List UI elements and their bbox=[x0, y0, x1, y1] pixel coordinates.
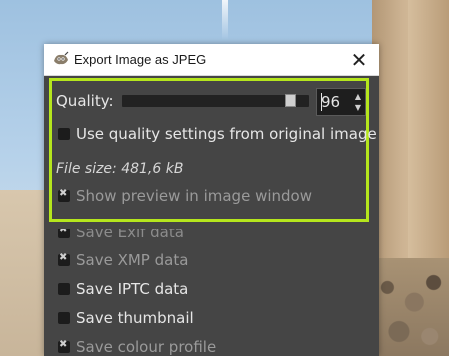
save-xmp-option[interactable]: Save XMP data bbox=[58, 251, 188, 269]
save-exif-label: Save Exif data bbox=[76, 223, 184, 241]
decrement-arrow-icon[interactable]: ▼ bbox=[353, 102, 363, 113]
save-iptc-option[interactable]: Save IPTC data bbox=[58, 280, 188, 298]
save-iptc-label: Save IPTC data bbox=[76, 280, 189, 298]
save-thumbnail-label: Save thumbnail bbox=[76, 309, 194, 327]
export-jpeg-dialog: Export Image as JPEG ✕ Quality: 96 ▲ ▼ U… bbox=[44, 44, 379, 356]
save-colour-profile-option[interactable]: Save colour profile bbox=[58, 338, 216, 356]
quality-value[interactable]: 96 bbox=[321, 93, 340, 111]
background-rocks bbox=[372, 258, 449, 356]
use-original-quality-checkbox[interactable] bbox=[58, 128, 70, 140]
background-streak bbox=[222, 0, 228, 40]
background-building bbox=[0, 190, 44, 356]
gimp-icon bbox=[54, 51, 69, 65]
save-thumbnail-checkbox[interactable] bbox=[58, 312, 70, 324]
quality-slider-handle[interactable] bbox=[285, 94, 296, 107]
save-xmp-checkbox[interactable] bbox=[58, 252, 70, 266]
show-preview-checkbox[interactable] bbox=[58, 188, 70, 202]
dialog-title: Export Image as JPEG bbox=[74, 52, 207, 67]
quality-slider[interactable] bbox=[122, 95, 309, 107]
use-original-quality-option[interactable]: Use quality settings from original image bbox=[58, 125, 377, 143]
save-xmp-label: Save XMP data bbox=[76, 251, 189, 269]
save-iptc-checkbox[interactable] bbox=[58, 283, 70, 295]
save-colour-profile-label: Save colour profile bbox=[76, 338, 217, 356]
title-bar[interactable]: Export Image as JPEG ✕ bbox=[44, 44, 379, 76]
save-colour-profile-checkbox[interactable] bbox=[58, 339, 70, 353]
save-exif-option[interactable]: Save Exif data bbox=[58, 223, 184, 241]
save-thumbnail-option[interactable]: Save thumbnail bbox=[58, 309, 194, 327]
quality-label: Quality: bbox=[56, 92, 114, 110]
show-preview-label: Show preview in image window bbox=[76, 187, 312, 205]
quality-spinbox[interactable]: 96 ▲ ▼ bbox=[316, 88, 366, 116]
show-preview-option[interactable]: Show preview in image window bbox=[58, 187, 312, 205]
close-icon: ✕ bbox=[350, 47, 368, 72]
file-size-readout: File size: 481,6 kB bbox=[56, 161, 184, 177]
close-button[interactable]: ✕ bbox=[339, 44, 379, 75]
save-exif-checkbox[interactable] bbox=[58, 229, 70, 238]
increment-arrow-icon[interactable]: ▲ bbox=[353, 91, 363, 102]
use-original-quality-label: Use quality settings from original image bbox=[76, 125, 377, 143]
